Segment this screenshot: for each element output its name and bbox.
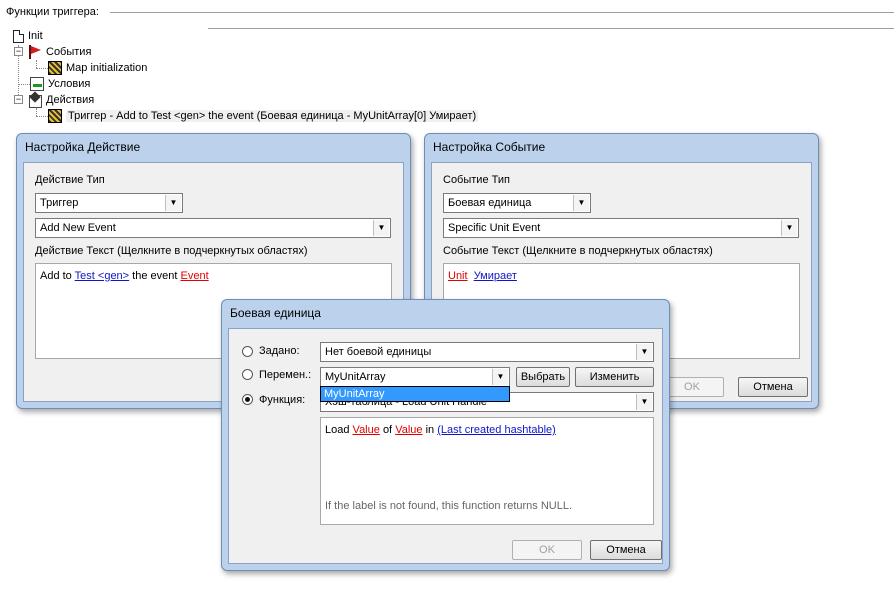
cancel-button[interactable]: Отмена — [590, 540, 662, 560]
event-select[interactable]: Specific Unit Event ▼ — [443, 218, 799, 238]
dropdown-option[interactable]: MyUnitArray — [321, 387, 509, 401]
function-radio[interactable] — [242, 394, 253, 405]
action-text-prefix: Add to — [40, 270, 72, 282]
tree-item-init[interactable]: Init — [12, 28, 43, 44]
action-text-mid: the event — [132, 270, 178, 282]
tree-label: События — [46, 46, 92, 58]
chevron-down-icon: ▼ — [492, 369, 508, 385]
actions-icon — [28, 93, 42, 108]
window-title: Настройка Событие — [433, 140, 546, 154]
tree-line — [36, 68, 48, 69]
tree-label: Map initialization — [66, 62, 148, 74]
function-icon — [48, 109, 62, 123]
action-type-select[interactable]: Триггер ▼ — [35, 193, 183, 213]
text-load: Load — [325, 424, 350, 436]
select-value: Нет боевой единицы — [325, 346, 432, 358]
select-button[interactable]: Выбрать — [516, 367, 570, 387]
tree-line — [36, 60, 37, 68]
value-link-1[interactable]: Value — [353, 424, 380, 436]
trigger-functions-header: Функции триггера: — [6, 6, 99, 18]
tree-label: Действия — [46, 94, 95, 106]
tree-label: Триггер - Add to Test <gen> the event (Б… — [66, 110, 479, 122]
header-divider — [110, 12, 894, 13]
chevron-down-icon: ▼ — [373, 220, 389, 236]
variable-radio[interactable] — [242, 369, 253, 380]
select-value: Боевая единица — [448, 197, 532, 209]
event-type-select[interactable]: Боевая единица ▼ — [443, 193, 591, 213]
action-select[interactable]: Add New Event ▼ — [35, 218, 391, 238]
hashtable-link[interactable]: (Last created hashtable) — [437, 424, 556, 436]
event-text-label: Событие Текст (Щелкните в подчеркнутых о… — [443, 245, 713, 257]
function-hint: If the label is not found, this function… — [325, 500, 573, 512]
tree-label: Init — [28, 30, 43, 42]
header-divider-2 — [208, 28, 894, 29]
chevron-down-icon: ▼ — [636, 394, 652, 410]
collapse-events-toggle[interactable]: − — [14, 47, 23, 56]
tree-line — [18, 84, 30, 85]
ok-button[interactable]: OK — [512, 540, 582, 560]
tree-line — [36, 108, 37, 116]
select-value: MyUnitArray — [325, 371, 386, 383]
preset-select[interactable]: Нет боевой единицы ▼ — [320, 342, 654, 362]
document-icon — [13, 29, 24, 43]
tree-item-actions[interactable]: Действия — [28, 92, 94, 108]
event-type-label: Событие Тип — [443, 174, 510, 186]
window-title: Настройка Действие — [25, 140, 141, 154]
function-text-area: Load Value of Value in (Last created has… — [320, 417, 654, 525]
value-link-2[interactable]: Value — [395, 424, 422, 436]
edit-button[interactable]: Изменить — [575, 367, 654, 387]
variable-label: Перемен.: — [259, 369, 312, 381]
select-value: Триггер — [40, 197, 79, 209]
trigger-link[interactable]: Test <gen> — [75, 270, 129, 282]
text-in: in — [425, 424, 435, 436]
unit-link[interactable]: Unit — [448, 270, 468, 282]
chevron-down-icon: ▼ — [781, 220, 797, 236]
tree-item-action-entry[interactable]: Триггер - Add to Test <gen> the event (Б… — [48, 108, 479, 124]
tree-line — [36, 116, 48, 117]
unit-dialog: Боевая единица Задано: Нет боевой единиц… — [221, 299, 670, 571]
select-value: Specific Unit Event — [448, 222, 541, 234]
chevron-down-icon: ▼ — [165, 195, 181, 211]
select-value: Add New Event — [40, 222, 116, 234]
preset-label: Задано: — [259, 345, 300, 357]
flag-icon — [28, 45, 42, 59]
window-title: Боевая единица — [230, 306, 321, 320]
dies-link[interactable]: Умирает — [474, 270, 517, 282]
tree-item-events[interactable]: События — [28, 44, 91, 60]
function-icon — [48, 61, 62, 75]
variable-select[interactable]: MyUnitArray ▼ — [320, 367, 510, 387]
preset-radio[interactable] — [242, 346, 253, 357]
tree-item-map-initialization[interactable]: Map initialization — [48, 60, 147, 76]
tree-label: Условия — [48, 78, 91, 90]
conditions-icon — [30, 77, 44, 91]
collapse-actions-toggle[interactable]: − — [14, 95, 23, 104]
window-body: Задано: Нет боевой единицы ▼ Перемен.: M… — [228, 328, 663, 564]
function-label: Функция: — [259, 394, 306, 406]
action-type-label: Действие Тип — [35, 174, 105, 186]
chevron-down-icon: ▼ — [636, 344, 652, 360]
event-link[interactable]: Event — [181, 270, 209, 282]
chevron-down-icon: ▼ — [573, 195, 589, 211]
text-of: of — [382, 424, 393, 436]
variable-dropdown-list: MyUnitArray — [320, 386, 510, 402]
tree-item-conditions[interactable]: Условия — [30, 76, 90, 92]
cancel-button[interactable]: Отмена — [738, 377, 808, 397]
action-text-label: Действие Текст (Щелкните в подчеркнутых … — [35, 245, 308, 257]
